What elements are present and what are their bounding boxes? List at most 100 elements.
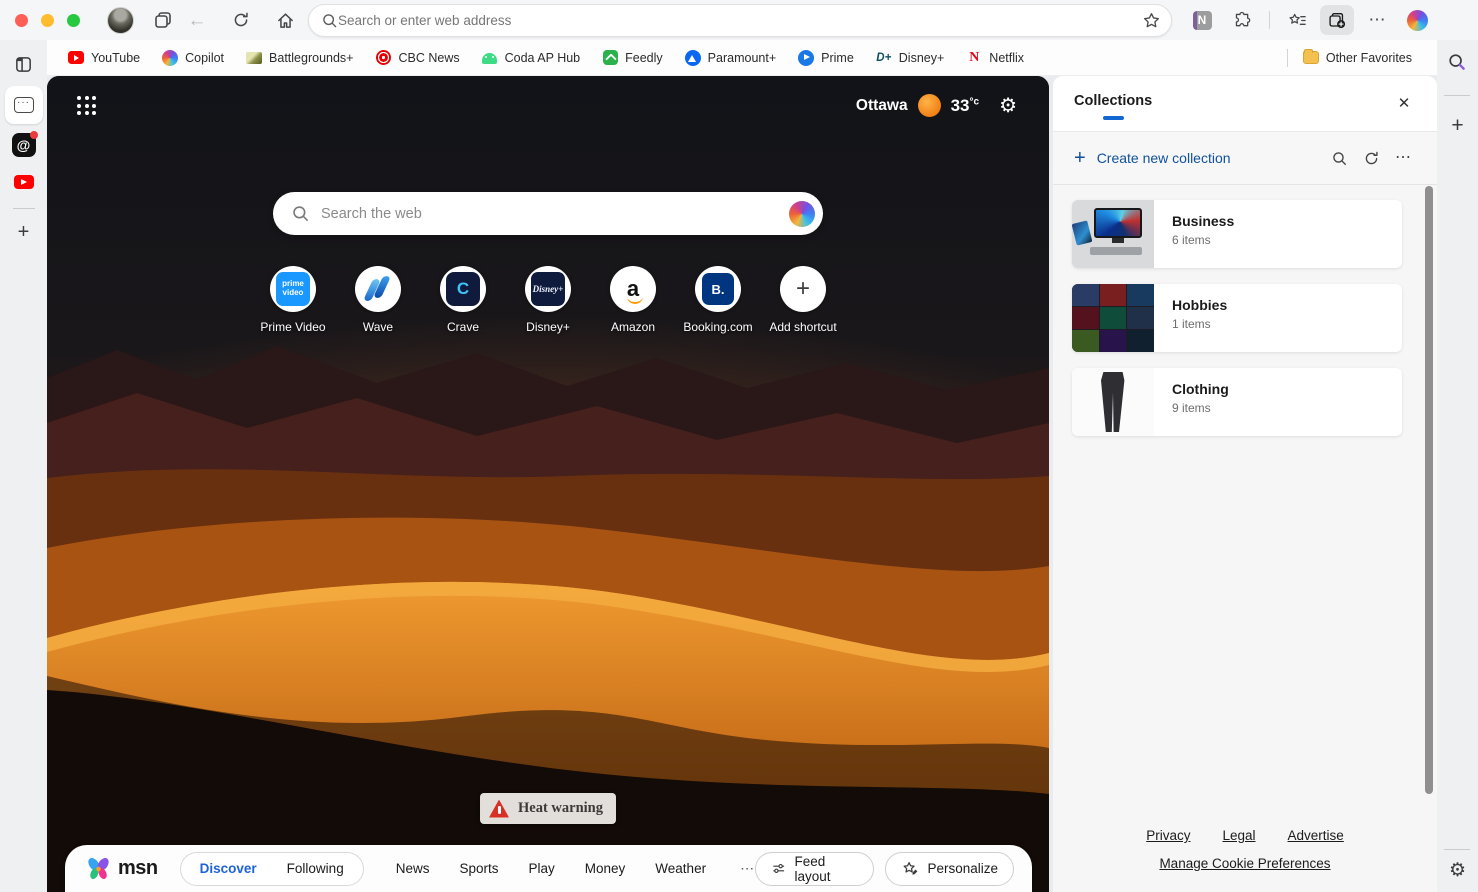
favorite-star-icon[interactable] [1142,11,1161,30]
weather-widget[interactable]: Ottawa 33°c ⚙ [856,94,1017,117]
privacy-link[interactable]: Privacy [1146,828,1190,843]
favorite-label: Netflix [989,50,1025,65]
favorite-label: Prime [821,50,854,65]
search-collections-button[interactable] [1331,150,1348,167]
collection-card-clothing[interactable]: Clothing 9 items [1072,368,1402,436]
edge-sidebar-rail: + ⚙ [1437,40,1478,892]
favorites-button[interactable] [1280,5,1314,35]
netflix-icon: N [969,49,980,65]
sidebar-add-button[interactable]: + [1437,114,1478,138]
shortcut-amazon[interactable]: a Amazon [591,266,676,334]
collections-icon [1329,12,1346,29]
tab-new-tab-active[interactable]: ··· [4,86,43,124]
personalize-button[interactable]: Personalize [885,851,1014,886]
personalize-star-icon [903,861,918,875]
favorite-netflix[interactable]: N Netflix [955,45,1035,71]
collections-button[interactable] [1320,5,1354,35]
favorite-label: Paramount+ [707,50,777,65]
collection-card-hobbies[interactable]: Hobbies 1 items [1072,284,1402,352]
refresh-button[interactable] [224,5,258,35]
new-tab-button[interactable]: + [9,217,39,247]
link-news[interactable]: News [396,861,430,876]
close-panel-button[interactable]: ✕ [1393,92,1415,114]
back-button[interactable]: ← [180,5,214,35]
link-weather[interactable]: Weather [655,861,706,876]
favorite-copilot[interactable]: Copilot [151,45,235,71]
tab-discover[interactable]: Discover [185,852,272,886]
shortcut-prime-video[interactable]: prime video Prime Video [251,266,336,334]
profile-avatar[interactable] [107,6,134,34]
sidebar-settings-button[interactable]: ⚙ [1437,859,1478,882]
copilot-button[interactable] [1400,5,1434,35]
shortcut-booking[interactable]: B. Booking.com [676,266,761,334]
favorite-paramount[interactable]: Paramount+ [674,45,787,71]
web-search-bar[interactable] [273,192,823,235]
maximize-window-button[interactable] [67,13,80,27]
link-play[interactable]: Play [529,861,555,876]
search-icon [293,206,308,221]
rail-divider [12,208,35,209]
copilot-icon [1406,9,1428,31]
more-menu-button[interactable]: ⋯ [1360,5,1394,35]
tab-threads[interactable]: @ [9,130,39,160]
other-favorites-label: Other Favorites [1325,50,1412,65]
legal-link[interactable]: Legal [1222,828,1255,843]
more-icon: ⋯ [1368,9,1386,29]
address-bar[interactable] [308,4,1172,37]
tab-panel-toggle[interactable] [9,49,39,79]
other-favorites-button[interactable]: Other Favorites [1292,45,1423,71]
link-money[interactable]: Money [585,861,626,876]
create-new-collection-button[interactable]: Create new collection [1097,150,1231,166]
favorite-youtube[interactable]: YouTube [57,45,151,71]
address-input[interactable] [338,13,1142,28]
extensions-button[interactable] [1225,5,1259,35]
advertise-link[interactable]: Advertise [1288,828,1344,843]
favorite-battlegrounds[interactable]: Battlegrounds+ [235,45,364,71]
favorite-cbc-news[interactable]: CBC News [364,45,470,71]
collections-title: Collections [1074,93,1153,109]
favorite-label: Feedly [625,50,663,65]
favorite-disney[interactable]: D+ Disney+ [865,45,956,71]
sync-collections-button[interactable] [1363,150,1380,167]
more-icon: ⋯ [740,860,756,876]
weather-temp: 33 [950,95,970,115]
prime-video-icon: prime video [276,272,310,306]
copilot-search-button[interactable] [789,200,815,227]
msn-logo[interactable]: msn [85,856,158,882]
heat-warning-badge[interactable]: Heat warning [480,793,616,824]
msn-links: News Sports Play Money Weather [396,861,706,876]
favorite-feedly[interactable]: Feedly [591,45,674,71]
apps-grid-button[interactable] [77,96,101,120]
page-settings-button[interactable]: ⚙ [999,96,1017,116]
wave-icon [363,274,393,304]
home-button[interactable] [268,5,302,35]
sidebar-search-button[interactable] [1447,52,1467,77]
prime-icon [798,49,815,66]
workspaces-icon[interactable] [146,5,180,35]
panel-scrollbar[interactable] [1425,186,1433,794]
collections-more-button[interactable]: ⋯ [1395,150,1411,166]
tab-youtube[interactable] [9,167,39,197]
feed-layout-button[interactable]: Feed layout [755,851,875,886]
shortcut-wave[interactable]: Wave [336,266,421,334]
collections-list: Business 6 items Hobbies 1 items Clothin… [1053,185,1437,436]
feedly-icon [602,50,618,65]
web-search-input[interactable] [321,205,789,222]
link-sports[interactable]: Sports [459,861,498,876]
minimize-window-button[interactable] [41,13,54,27]
sun-icon [917,94,941,117]
shortcut-disney-plus[interactable]: Disney+ Disney+ [506,266,591,334]
manage-cookie-preferences-link[interactable]: Manage Cookie Preferences [1053,856,1437,871]
msn-butterfly-icon [88,857,109,879]
collection-card-business[interactable]: Business 6 items [1072,200,1402,268]
plus-icon: + [795,275,810,302]
msn-more-button[interactable]: ⋯ [740,860,755,877]
close-window-button[interactable] [15,13,28,27]
shortcut-crave[interactable]: C Crave [421,266,506,334]
add-shortcut-button[interactable]: + Add shortcut [761,266,846,334]
favorite-coda-ap-hub[interactable]: Coda AP Hub [471,45,592,71]
tab-following[interactable]: Following [272,852,359,886]
favorite-prime[interactable]: Prime [787,45,865,71]
amazon-icon: a [626,276,644,304]
onenote-extension-button[interactable]: N [1185,5,1219,35]
